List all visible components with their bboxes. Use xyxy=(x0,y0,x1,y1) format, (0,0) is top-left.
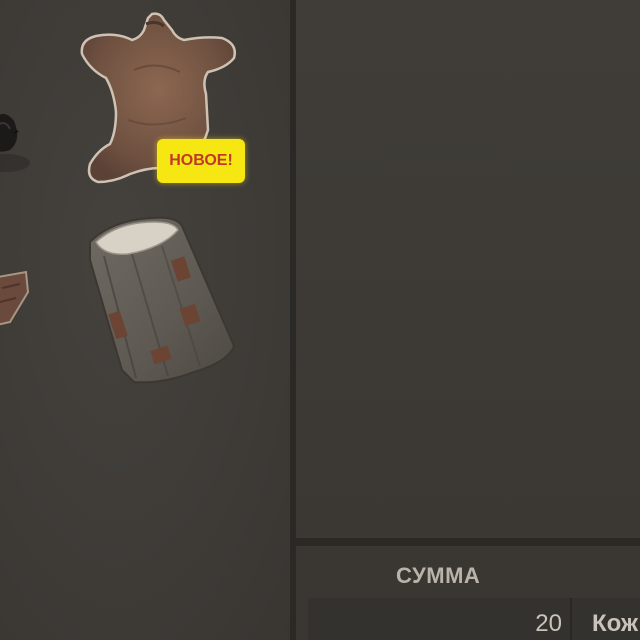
summary-panel: СУММА 20 Кож xyxy=(296,546,640,640)
inventory-item-cooking-pot[interactable] xyxy=(0,85,40,185)
new-item-badge: НОВОЕ! xyxy=(157,139,245,183)
new-item-badge-label: НОВОЕ! xyxy=(169,152,233,169)
panel-divider-horizontal xyxy=(296,538,640,546)
inventory-panel: НОВОЕ! xyxy=(0,0,290,640)
item-detail-panel xyxy=(296,0,640,538)
leather-scrap-icon xyxy=(0,270,30,326)
cooking-pot-icon xyxy=(0,114,30,172)
inventory-item-leather[interactable] xyxy=(0,270,30,330)
inventory-item-sleeping-bag[interactable] xyxy=(82,212,240,390)
sleeping-bag-icon xyxy=(89,216,236,384)
summary-row: 20 Кож xyxy=(308,598,640,640)
summary-row-qty: 20 xyxy=(535,610,562,637)
summary-row-qty-cell: 20 xyxy=(308,598,572,640)
summary-row-name: Кож xyxy=(592,610,639,637)
summary-header: СУММА xyxy=(396,563,481,588)
